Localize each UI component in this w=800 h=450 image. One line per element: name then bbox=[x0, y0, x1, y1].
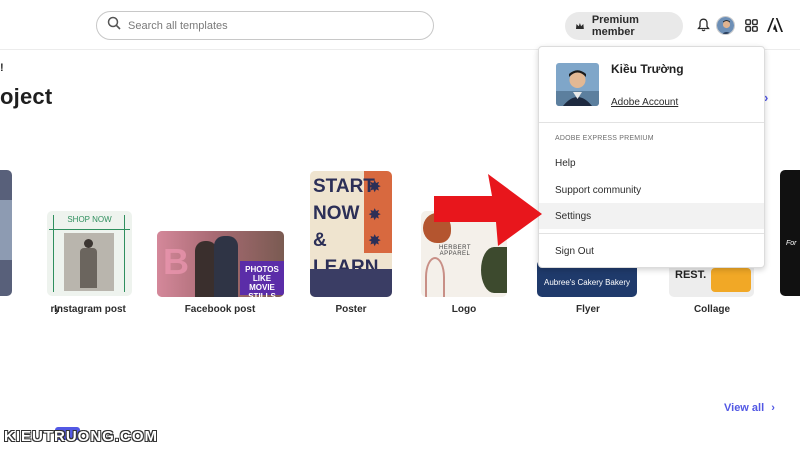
account-menu: Kiều Trường Adobe Account ADOBE EXPRESS … bbox=[538, 46, 765, 268]
adobe-account-link[interactable]: Adobe Account bbox=[611, 97, 678, 108]
section-heading: oject bbox=[0, 84, 53, 109]
facebook-post-card[interactable]: B PHOTOS LIKE MOVIE STILLS bbox=[157, 231, 284, 297]
search-input[interactable] bbox=[128, 19, 418, 32]
user-avatar-button[interactable] bbox=[716, 16, 735, 35]
menu-item-support-community[interactable]: Support community bbox=[539, 177, 764, 203]
view-all-label: View all bbox=[724, 402, 765, 414]
menu-item-help[interactable]: Help bbox=[539, 150, 764, 176]
card-text: PHOTOS LIKE MOVIE STILLS bbox=[240, 261, 284, 297]
top-bar: Premium member bbox=[0, 0, 800, 50]
instagram-post-card[interactable]: SHOP NOW bbox=[47, 211, 132, 296]
adobe-logo-button[interactable] bbox=[766, 16, 784, 34]
template-label: Facebook post bbox=[184, 304, 256, 315]
poster-card[interactable]: ✸ ✸ ✸ START NOW & LEARN ON THE WAY bbox=[310, 171, 392, 297]
apps-grid-icon bbox=[744, 18, 758, 32]
section-header: ADOBE EXPRESS PREMIUM bbox=[555, 135, 654, 142]
template-card-partial[interactable] bbox=[0, 170, 12, 296]
card-text: REST. bbox=[675, 269, 707, 281]
template-label: Flyer bbox=[576, 304, 600, 315]
premium-member-button[interactable]: Premium member bbox=[565, 12, 683, 40]
apps-button[interactable] bbox=[742, 16, 760, 34]
view-all-link[interactable]: View all › bbox=[724, 402, 775, 414]
search-icon bbox=[107, 16, 121, 35]
user-name: Kiều Trường bbox=[611, 62, 684, 76]
template-card-partial[interactable]: For bbox=[780, 170, 800, 296]
divider bbox=[539, 233, 764, 234]
crown-icon bbox=[575, 23, 584, 29]
chevron-right-icon: › bbox=[771, 402, 775, 414]
menu-item-sign-out[interactable]: Sign Out bbox=[539, 238, 764, 264]
card-text: Aubree's Cakery Bakery bbox=[543, 278, 630, 287]
search-bar[interactable] bbox=[96, 11, 434, 40]
profile-photo bbox=[556, 63, 599, 106]
avatar bbox=[717, 17, 734, 34]
template-label: Poster bbox=[335, 304, 367, 315]
collage-card[interactable]: REST. bbox=[669, 264, 754, 297]
template-label: Collage bbox=[693, 304, 731, 315]
watermark: KIEUTRUONG.COM bbox=[4, 428, 158, 445]
greeting-fragment: ! bbox=[0, 62, 4, 74]
template-label: Instagram post bbox=[54, 304, 126, 315]
premium-member-label: Premium member bbox=[591, 14, 639, 38]
card-text: SHOP NOW bbox=[67, 215, 112, 224]
annotation-arrow bbox=[434, 174, 542, 246]
adobe-logo-icon bbox=[767, 18, 783, 32]
notifications-button[interactable] bbox=[694, 16, 712, 34]
bell-icon bbox=[696, 18, 710, 32]
menu-item-settings[interactable]: Settings bbox=[539, 203, 764, 229]
divider bbox=[539, 122, 764, 123]
template-label: Logo bbox=[451, 304, 477, 315]
